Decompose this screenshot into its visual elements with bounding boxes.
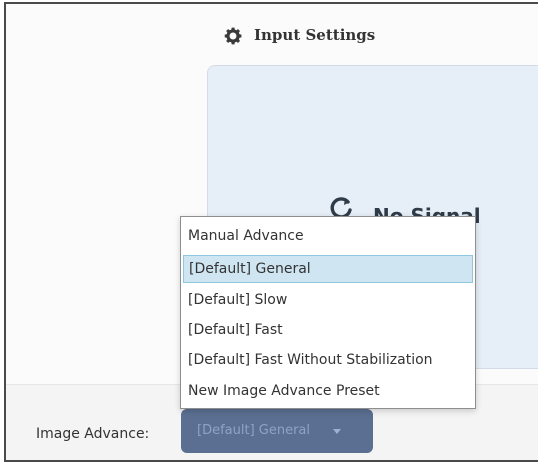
dropdown-option-default-fast-without-stabilization[interactable]: [Default] Fast Without Stabilization (183, 346, 473, 374)
dropdown-option-default-fast[interactable]: [Default] Fast (183, 316, 473, 344)
gear-icon (224, 27, 242, 45)
dropdown-option-new-image-advance-preset[interactable]: New Image Advance Preset (183, 377, 473, 405)
dropdown-option-default-general[interactable]: [Default] General (183, 255, 473, 283)
panel-header: Input Settings (6, 4, 538, 62)
image-advance-dropdown: Manual Advance [Default] General [Defaul… (180, 216, 476, 409)
page-title: Input Settings (254, 26, 376, 44)
dropdown-option-default-slow[interactable]: [Default] Slow (183, 286, 473, 314)
image-advance-label: Image Advance: (36, 426, 150, 442)
image-advance-select[interactable]: [Default] General (181, 409, 373, 453)
dropdown-option-manual-advance[interactable]: Manual Advance (183, 222, 473, 250)
image-advance-selected-value: [Default] General (197, 423, 311, 438)
chevron-down-icon (333, 429, 341, 434)
